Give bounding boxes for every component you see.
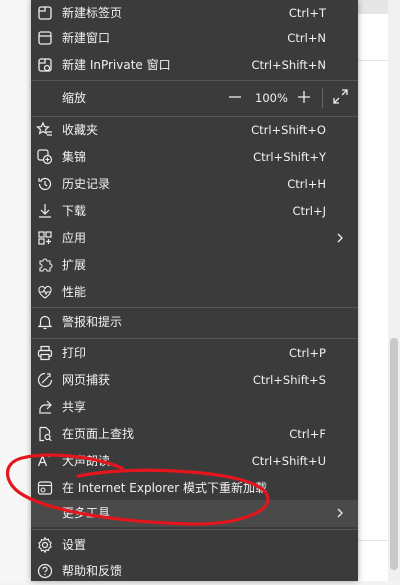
menu-item-label: 新建 InPrivate 窗口: [62, 58, 171, 72]
help-icon: [37, 563, 53, 579]
menu-item-shortcut: Ctrl+N: [287, 31, 326, 45]
ie-mode-icon: [37, 481, 53, 495]
menu-item-collections[interactable]: 集锦 Ctrl+Shift+Y: [31, 144, 358, 171]
menu-item-shortcut: Ctrl+J: [292, 204, 327, 218]
page-divider: [358, 60, 388, 61]
performance-icon: [38, 285, 52, 299]
inprivate-window-icon: [38, 58, 52, 72]
web-capture-icon: [37, 372, 53, 388]
zoom-value: 100%: [255, 91, 288, 105]
apps-icon: [38, 231, 52, 245]
menu-separator: [31, 338, 358, 339]
menu-item-apps[interactable]: 应用: [31, 225, 358, 252]
collections-icon: [37, 149, 53, 165]
menu-item-settings[interactable]: 设置: [31, 532, 358, 559]
zoom-label: 缩放: [62, 91, 87, 105]
page-divider: [358, 540, 388, 541]
menu-item-label: 扩展: [62, 258, 87, 272]
history-icon: [38, 177, 52, 191]
menu-item-label: 大声朗读: [62, 454, 111, 468]
read-aloud-icon: [37, 454, 52, 467]
gear-icon: [38, 536, 52, 554]
menu-item-label: 应用: [62, 231, 87, 245]
menu-item-shortcut: Ctrl+P: [288, 346, 326, 360]
menu-item-label: 收藏夹: [62, 123, 99, 137]
menu-item-label: 警报和提示: [62, 315, 123, 329]
menu-item-web-capture[interactable]: 网页捕获 Ctrl+Shift+S: [31, 367, 358, 394]
menu-item-shortcut: Ctrl+H: [287, 177, 326, 191]
menu-item-extensions[interactable]: 扩展: [31, 252, 358, 279]
menu-item-shortcut: Ctrl+Shift+U: [251, 454, 326, 468]
menu-item-downloads[interactable]: 下载 Ctrl+J: [31, 198, 358, 225]
menu-item-label: 网页捕获: [62, 373, 111, 387]
menu-item-history[interactable]: 历史记录 Ctrl+H: [31, 171, 358, 198]
menu-item-label: 更多工具: [62, 506, 111, 520]
menu-item-new-window[interactable]: 新建窗口 Ctrl+N: [31, 25, 358, 52]
menu-item-performance[interactable]: 性能: [31, 279, 358, 306]
favorites-icon: [36, 121, 52, 136]
zoom-row: 缩放 100%: [31, 80, 358, 116]
settings-menu: 新建标签页 Ctrl+T 新建窗口 Ctrl+N 新建 InPrivate 窗口…: [31, 0, 358, 581]
menu-item-label: 设置: [62, 538, 87, 552]
fullscreen-icon[interactable]: [333, 89, 348, 104]
page-topbar: [358, 0, 388, 14]
menu-item-reload-in-ie-mode[interactable]: 在 Internet Explorer 模式下重新加载: [31, 475, 358, 502]
menu-item-shortcut: Ctrl+F: [289, 427, 326, 441]
extensions-icon: [39, 258, 53, 272]
menu-item-label: 性能: [62, 285, 87, 299]
menu-item-label: 打印: [62, 346, 87, 360]
menu-item-new-inprivate-window[interactable]: 新建 InPrivate 窗口 Ctrl+Shift+N: [31, 52, 358, 79]
menu-item-shortcut: Ctrl+T: [288, 6, 326, 20]
menu-item-label: 在页面上查找: [62, 427, 135, 441]
new-window-icon: [38, 31, 52, 45]
page-content-area: [358, 0, 388, 581]
menu-separator: [31, 307, 358, 308]
menu-item-shortcut: Ctrl+Shift+O: [251, 123, 326, 137]
menu-item-label: 历史记录: [62, 177, 111, 191]
menu-item-label: 新建标签页: [62, 6, 123, 20]
menu-item-more-tools[interactable]: 更多工具: [31, 500, 358, 527]
menu-item-shortcut: Ctrl+Shift+N: [251, 58, 326, 72]
zoom-out-button[interactable]: [228, 90, 242, 104]
menu-item-shortcut: Ctrl+Shift+Y: [253, 150, 326, 164]
menu-item-label: 新建窗口: [62, 31, 111, 45]
bell-icon: [37, 315, 53, 330]
menu-item-favorites[interactable]: 收藏夹 Ctrl+Shift+O: [31, 117, 358, 144]
menu-item-shortcut: Ctrl+Shift+S: [252, 373, 326, 387]
zoom-in-button[interactable]: [297, 90, 311, 104]
scrollbar-thumb[interactable]: [390, 338, 398, 570]
download-icon: [39, 204, 51, 218]
menu-item-alerts-and-tips[interactable]: 警报和提示: [31, 309, 358, 336]
new-tab-icon: [38, 6, 52, 20]
menu-item-new-tab[interactable]: 新建标签页 Ctrl+T: [31, 0, 358, 27]
share-icon: [39, 400, 52, 414]
menu-item-label: 共享: [62, 400, 87, 414]
menu-separator: [31, 529, 358, 530]
menu-item-find-on-page[interactable]: 在页面上查找 Ctrl+F: [31, 421, 358, 448]
chevron-right-icon: [337, 508, 343, 518]
menu-item-read-aloud[interactable]: 大声朗读 Ctrl+Shift+U: [31, 448, 358, 475]
menu-item-label: 集锦: [62, 150, 87, 164]
zoom-divider: [322, 88, 323, 108]
menu-item-share[interactable]: 共享: [31, 394, 358, 421]
menu-item-label: 在 Internet Explorer 模式下重新加载: [62, 481, 268, 495]
menu-item-print[interactable]: 打印 Ctrl+P: [31, 340, 358, 367]
chevron-right-icon: [337, 233, 343, 243]
print-icon: [37, 345, 53, 361]
find-on-page-icon: [39, 426, 52, 442]
menu-item-label: 下载: [62, 204, 87, 218]
